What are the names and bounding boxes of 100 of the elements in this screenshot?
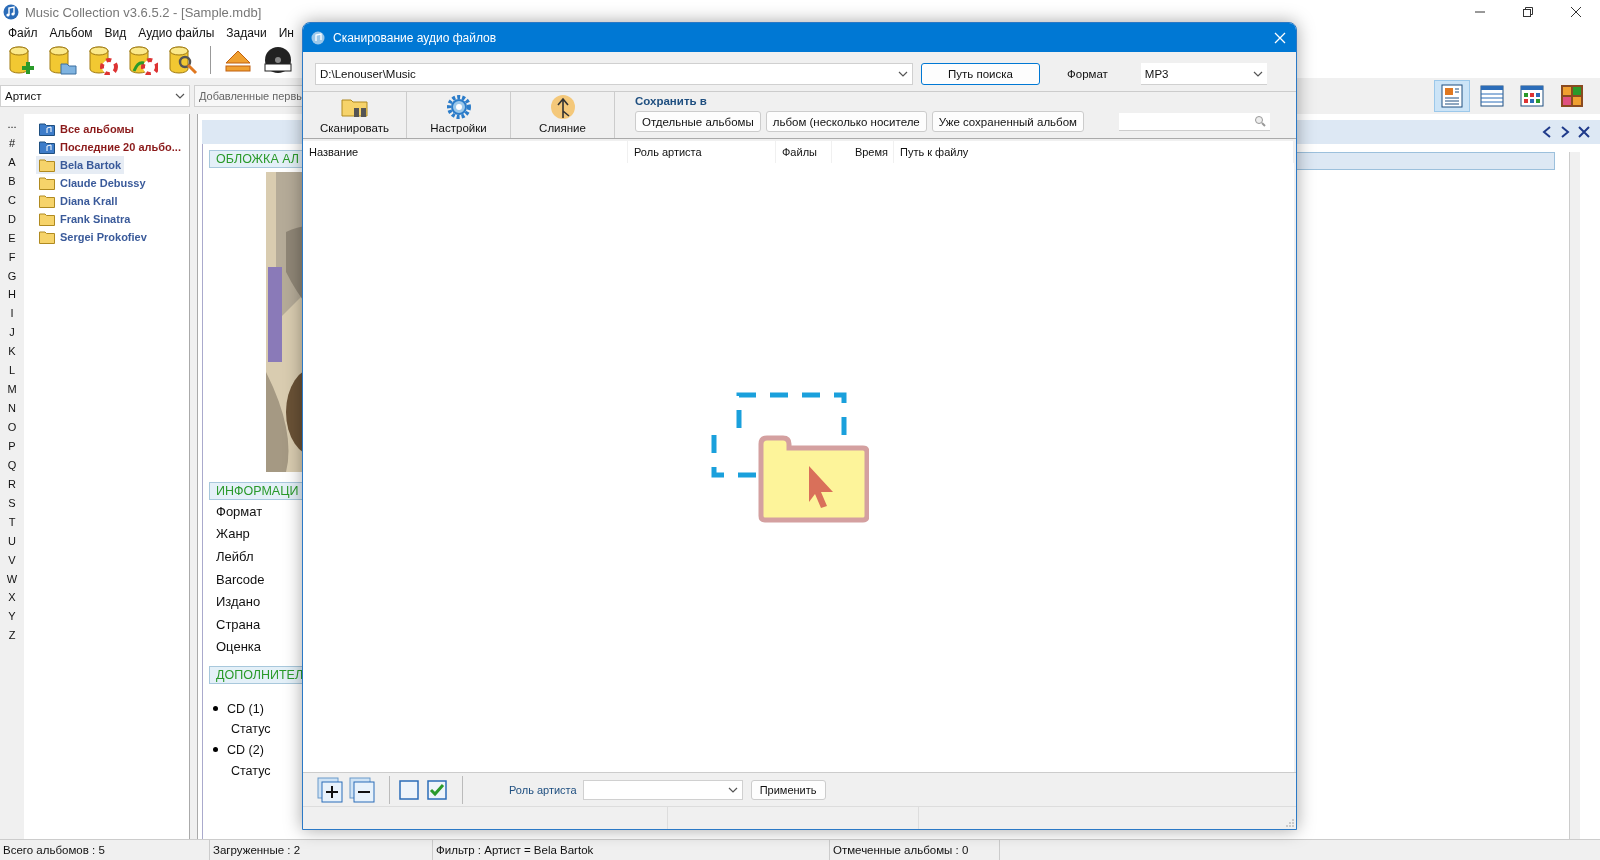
- toolbar-button[interactable]: Настройки: [407, 92, 511, 138]
- apply-button[interactable]: Применить: [750, 779, 826, 800]
- save-option-button[interactable]: льбом (несколько носителе: [765, 111, 927, 132]
- menu-item[interactable]: Задачи: [226, 26, 267, 40]
- tree-item[interactable]: Diana Krall: [36, 192, 121, 210]
- letter-link[interactable]: Z: [8, 629, 16, 649]
- letter-link[interactable]: Y: [8, 610, 16, 630]
- table-view-icon: [1479, 83, 1505, 109]
- tree-item[interactable]: Bela Bartok: [36, 156, 125, 174]
- letter-link[interactable]: O: [7, 421, 17, 440]
- letter-link[interactable]: H: [8, 288, 16, 308]
- database-folder-icon[interactable]: [48, 45, 78, 75]
- letter-link[interactable]: R: [8, 477, 16, 497]
- letter-link[interactable]: J: [9, 326, 15, 346]
- disc-icon[interactable]: [263, 45, 293, 75]
- search-path-button[interactable]: Путь поиска: [921, 63, 1040, 85]
- search-field[interactable]: [1119, 112, 1270, 131]
- column-header[interactable]: Путь к файлу: [894, 141, 1294, 163]
- letter-link[interactable]: P: [8, 439, 16, 459]
- media-name: CD (1): [227, 701, 264, 716]
- letter-link[interactable]: X: [8, 591, 16, 611]
- bullet-icon: [213, 747, 218, 753]
- format-dropdown[interactable]: MP3: [1140, 63, 1267, 85]
- note-icon: [311, 30, 325, 45]
- field-label: Формат: [215, 502, 264, 521]
- tree-item[interactable]: Sergei Prokofiev: [36, 228, 150, 246]
- database-lifebuoy-arrow-icon[interactable]: [128, 45, 158, 75]
- letter-link[interactable]: L: [8, 364, 16, 384]
- save-option-button[interactable]: Отдельные альбомы: [635, 111, 761, 132]
- menu-item[interactable]: Вид: [104, 26, 127, 40]
- caret-icon: [175, 93, 185, 99]
- menu-item[interactable]: Аудио файлы: [138, 26, 215, 40]
- letter-link[interactable]: G: [7, 269, 17, 289]
- path-field[interactable]: D:\Lenouser\Music: [315, 63, 913, 85]
- save-option-button[interactable]: Уже сохраненный альбом: [931, 111, 1084, 132]
- library-folder-icon: [39, 122, 55, 136]
- toolbar-button[interactable]: Слияние: [511, 92, 615, 138]
- scrollbar[interactable]: [1569, 152, 1580, 839]
- uncheck-all-icon[interactable]: [398, 778, 420, 801]
- menu-item[interactable]: Ин: [278, 26, 294, 40]
- format-label: Формат: [1067, 68, 1108, 80]
- save-to-label: Сохранить в: [635, 95, 708, 109]
- remove-icon[interactable]: [349, 776, 375, 803]
- check-all-icon[interactable]: [426, 778, 448, 801]
- letter-link[interactable]: T: [8, 515, 16, 535]
- folder-icon: [39, 176, 55, 190]
- letter-link[interactable]: A: [8, 155, 16, 175]
- tree-item[interactable]: Последние 20 альбо...: [36, 138, 184, 156]
- letter-link[interactable]: K: [8, 345, 16, 365]
- search-icon: [1254, 115, 1266, 127]
- letter-link[interactable]: F: [8, 250, 16, 270]
- database-lifebuoy-icon[interactable]: [88, 45, 118, 75]
- column-header[interactable]: Название: [303, 141, 628, 163]
- artist-dropdown[interactable]: Артист: [0, 85, 190, 107]
- status-text: Отмеченные альбомы : 0: [830, 840, 1000, 860]
- grid-view-icon: [1519, 83, 1545, 109]
- status-text: Загруженные : 2: [210, 840, 433, 860]
- close-icon[interactable]: [1571, 7, 1581, 17]
- letter-link[interactable]: #: [8, 136, 16, 156]
- letter-link[interactable]: ...: [7, 118, 17, 137]
- letter-link[interactable]: N: [8, 402, 16, 421]
- letter-link[interactable]: U: [8, 534, 16, 554]
- library-folder-icon: [39, 140, 55, 154]
- view-button[interactable]: [1434, 80, 1470, 112]
- field-label: Страна: [215, 615, 262, 634]
- letter-link[interactable]: E: [8, 231, 16, 251]
- close-icon[interactable]: [1578, 126, 1590, 138]
- column-header[interactable]: Файлы: [776, 141, 832, 163]
- field-label: Лейбл: [215, 548, 255, 566]
- next-icon[interactable]: [1560, 126, 1570, 138]
- resize-grip-icon[interactable]: [1286, 819, 1294, 827]
- previous-icon[interactable]: [1542, 126, 1552, 138]
- menu-item[interactable]: Файл: [8, 26, 38, 40]
- tree-item[interactable]: Все альбомы: [36, 120, 137, 138]
- tiles-view-icon: [1559, 83, 1585, 109]
- menu-item[interactable]: Альбом: [49, 26, 93, 40]
- bullet-icon: [213, 706, 218, 711]
- column-header[interactable]: Роль артиста: [628, 141, 776, 163]
- tree-item[interactable]: Claude Debussy: [36, 174, 149, 192]
- status-text: Фильтр : Артист = Bela Bartok: [433, 840, 830, 860]
- letter-link[interactable]: W: [6, 572, 18, 592]
- media-status: Статус: [230, 762, 272, 780]
- letter-link[interactable]: B: [8, 174, 16, 194]
- toolbar-button[interactable]: Сканировать: [303, 92, 407, 138]
- add-icon[interactable]: [317, 776, 343, 803]
- letter-link[interactable]: D: [8, 212, 16, 232]
- letter-link[interactable]: C: [8, 193, 16, 213]
- media-status: Статус: [230, 721, 272, 739]
- restore-icon[interactable]: [1523, 7, 1533, 17]
- detail-view-icon: [1439, 83, 1465, 109]
- letter-link[interactable]: V: [8, 553, 16, 573]
- field-label: Оценка: [215, 638, 263, 657]
- caret-icon: [898, 71, 908, 77]
- letter-link[interactable]: Q: [7, 458, 17, 478]
- tree-item[interactable]: Frank Sinatra: [36, 210, 134, 228]
- letter-link[interactable]: M: [7, 383, 17, 403]
- letter-link[interactable]: S: [8, 496, 16, 516]
- column-header[interactable]: Время: [832, 141, 894, 163]
- letter-link[interactable]: I: [10, 307, 14, 327]
- media-name: CD (2): [227, 742, 264, 757]
